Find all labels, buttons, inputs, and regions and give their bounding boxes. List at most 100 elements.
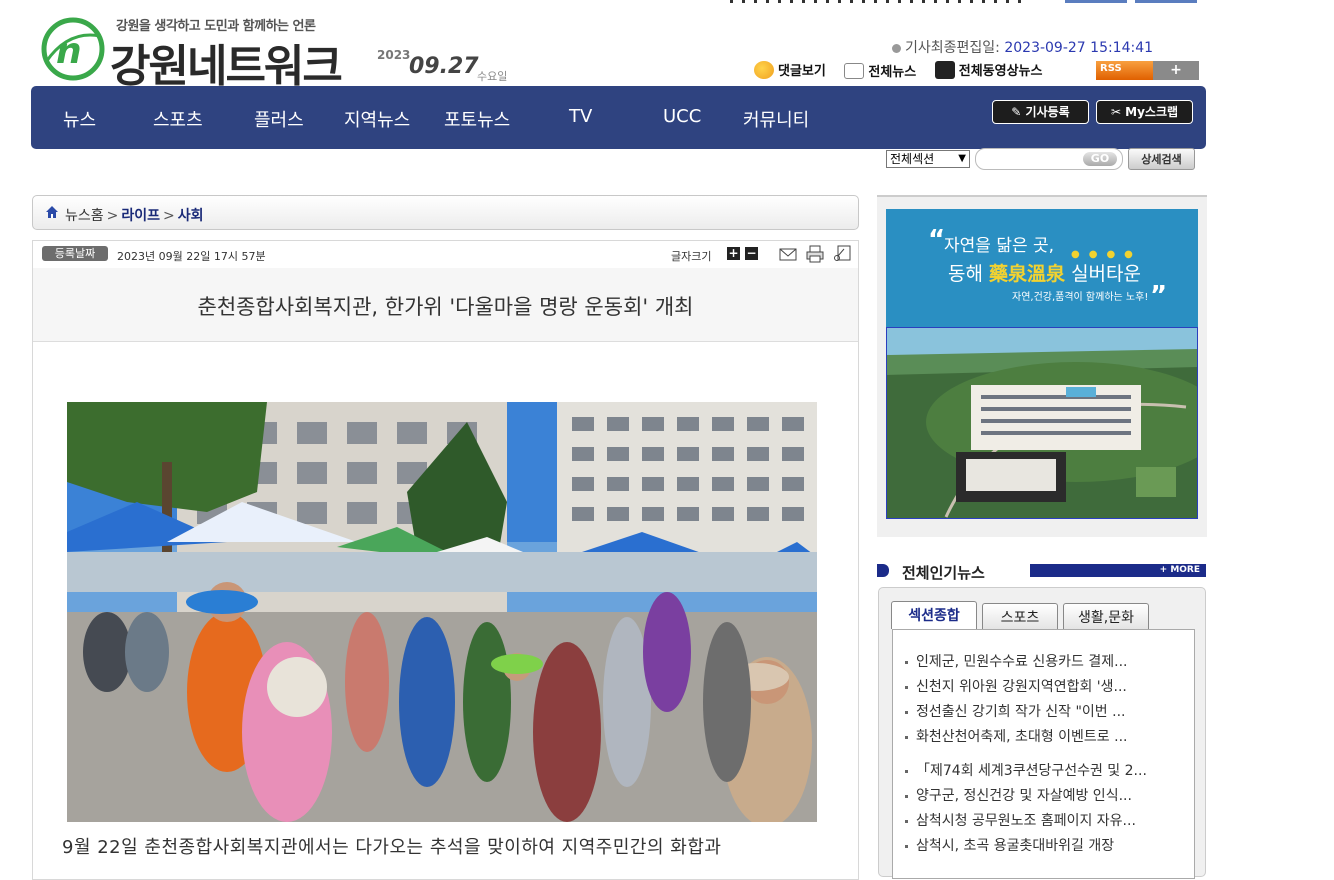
all-news-link[interactable]: 전체뉴스 (844, 61, 916, 80)
ad-line2-gold: 藥泉溫泉 (989, 263, 1066, 285)
article-lead: 9월 22일 춘천종합사회복지관에서는 다가오는 추석을 맞이하여 지역주민간의… (62, 837, 722, 858)
all-video-news-link[interactable]: 전체동영상뉴스 (934, 60, 1042, 79)
list-item[interactable]: 신천지 위아원 강원지역연합회 '생... (905, 676, 1190, 696)
breadcrumb-separator-icon: > (163, 208, 175, 224)
list-item[interactable]: 「제74회 세계3쿠션당구선수권 및 2... (905, 760, 1190, 780)
section-select-value: 전체섹션 (890, 152, 935, 166)
my-scrap-button[interactable]: ✂ My스크랩 (1096, 100, 1193, 124)
breadcrumb-home[interactable]: 뉴스홈 (65, 208, 104, 224)
popular-more-button[interactable]: + MORE (1030, 564, 1206, 577)
comment-icon (754, 60, 774, 79)
nav-item-plus[interactable]: 플러스 (254, 106, 304, 132)
date-month-day: 09.27 (409, 54, 479, 79)
breadcrumb-level2[interactable]: 사회 (178, 208, 204, 224)
list-item-label: 신천지 위아원 강원지역연합회 '생... (916, 679, 1127, 695)
popular-news-title: 전체인기뉴스 (902, 564, 985, 582)
ad-banner[interactable]: “ 자연을 닮은 곳, ●●●● 동해 藥泉溫泉 실버타운 자연,건강,품격이 … (886, 209, 1198, 519)
last-edit-value: 2023-09-27 15:14:41 (1004, 40, 1154, 56)
register-article-label: 기사등록 (1025, 105, 1070, 119)
article-title-box: 춘천종합사회복지관, 한가위 '다울마을 명랑 운동회' 개최 (33, 268, 858, 342)
pencil-icon: ✎ (1011, 105, 1026, 119)
search-input[interactable]: GO (975, 148, 1123, 170)
ad-line2-suffix: 실버타운 (1071, 263, 1141, 285)
list-item[interactable]: 인제군, 민원수수료 신용카드 결제... (905, 651, 1190, 671)
article-meta-bar: 등록날짜 2023년 09월 22일 17시 57분 글자크기 + − (33, 241, 858, 269)
top-button-remnant (1065, 0, 1127, 3)
last-edit-info: 기사최종편집일: 2023-09-27 15:14:41 (892, 37, 1153, 57)
last-edit-label: 기사최종편집일: (905, 40, 1000, 56)
list-item-label: 화천산천어축제, 초대형 이벤트로 ... (916, 729, 1128, 745)
list-item[interactable]: 화천산천어축제, 초대형 이벤트로 ... (905, 726, 1190, 746)
site-logo[interactable]: n 강원을 생각하고 도민과 함께하는 언론 강원네트워크 (40, 12, 350, 92)
list-item-label: 양구군, 정신건강 및 자살예방 인식... (916, 788, 1132, 804)
utility-links: 댓글보기 전체뉴스 전체동영상뉴스 (754, 60, 1056, 82)
bullet-icon (905, 794, 908, 798)
logo-site-name: 강원네트워크 (110, 41, 343, 92)
article-title: 춘천종합사회복지관, 한가위 '다울마을 명랑 운동회' 개최 (197, 295, 694, 319)
font-decrease-icon[interactable]: − (745, 247, 758, 260)
logo-n-icon: n (41, 17, 105, 81)
list-item[interactable]: 정선출신 강기희 작가 신작 "이번 ... (905, 701, 1190, 721)
article-photo (67, 402, 817, 822)
date-year: 2023 (377, 48, 411, 62)
video-camera-icon (934, 60, 955, 79)
nav-item-community[interactable]: 커뮤니티 (743, 106, 809, 132)
more-label: + MORE (1159, 565, 1200, 575)
home-icon[interactable] (45, 205, 59, 219)
list-item-label: 정선출신 강기희 작가 신작 "이번 ... (916, 704, 1126, 720)
search-go-button[interactable]: GO (1083, 152, 1117, 166)
register-article-button[interactable]: ✎ 기사등록 (992, 100, 1089, 124)
detail-search-button[interactable]: 상세검색 (1128, 148, 1195, 170)
list-item[interactable]: 삼척시, 초곡 용굴촛대바위길 개장 (905, 835, 1190, 855)
newspaper-icon (844, 62, 865, 79)
bullet-icon (905, 844, 908, 848)
bullet-icon (905, 685, 908, 689)
list-item-label: 인제군, 민원수수료 신용카드 결제... (916, 654, 1128, 670)
all-news-link-label: 전체뉴스 (868, 65, 917, 80)
ad-line2: 동해 藥泉溫泉 실버타운 (948, 259, 1141, 286)
tab-section-all[interactable]: 섹션종합 (891, 601, 977, 629)
font-size-label: 글자크기 (671, 250, 712, 263)
quote-open-icon: “ (928, 225, 946, 255)
nav-item-ucc[interactable]: UCC (663, 106, 701, 127)
nav-item-tv[interactable]: TV (569, 106, 592, 127)
list-item[interactable]: 삼척시청 공무원노조 홈페이지 자유... (905, 810, 1190, 830)
date-day-of-week: 수요일 (477, 70, 508, 83)
today-date: 2023 09.27 수요일 (377, 48, 527, 84)
list-item-label: 삼척시청 공무원노조 홈페이지 자유... (916, 813, 1136, 829)
registration-date: 2023년 09월 22일 17시 57분 (117, 250, 266, 263)
list-item[interactable]: 양구군, 정신건강 및 자살예방 인식... (905, 785, 1190, 805)
tab-life-culture[interactable]: 생활,문화 (1063, 603, 1149, 629)
ad-line1: 자연을 닮은 곳, (944, 236, 1055, 256)
scrap-icon[interactable] (833, 245, 851, 263)
top-button-remnant (1135, 0, 1197, 3)
nav-item-photo-news[interactable]: 포토뉴스 (444, 106, 510, 132)
comments-link-label: 댓글보기 (778, 64, 826, 79)
ad-banner-top: “ 자연을 닮은 곳, ●●●● 동해 藥泉溫泉 실버타운 자연,건강,품격이 … (886, 209, 1198, 327)
bullet-icon (905, 735, 908, 739)
breadcrumb-separator-icon: > (106, 208, 119, 224)
breadcrumb-level1[interactable]: 라이프 (121, 208, 160, 224)
rss-button[interactable]: RSS + (1096, 61, 1199, 80)
main-nav: 뉴스 스포츠 플러스 지역뉴스 포토뉴스 TV UCC 커뮤니티 ✎ 기사등록 … (31, 86, 1206, 149)
scissors-icon: ✂ (1110, 105, 1126, 119)
top-strip (720, 0, 1200, 4)
bullet-icon (905, 660, 908, 664)
chevron-down-icon: ▼ (958, 153, 966, 164)
nav-item-sports[interactable]: 스포츠 (153, 106, 203, 132)
bullet-icon (892, 43, 901, 53)
rss-add-icon: + (1153, 61, 1199, 80)
bullet-icon (905, 819, 908, 823)
email-icon[interactable] (779, 245, 797, 263)
ad-line2-prefix: 동해 (948, 263, 983, 285)
list-item-label: 삼척시, 초곡 용굴촛대바위길 개장 (916, 838, 1115, 854)
font-increase-icon[interactable]: + (727, 247, 740, 260)
registration-badge: 등록날짜 (42, 246, 108, 261)
nav-item-news[interactable]: 뉴스 (63, 106, 96, 132)
comments-link[interactable]: 댓글보기 (754, 60, 826, 79)
bullet-icon (905, 710, 908, 714)
nav-item-local-news[interactable]: 지역뉴스 (344, 106, 410, 132)
print-icon[interactable] (806, 245, 824, 263)
section-select[interactable]: 전체섹션 ▼ (886, 150, 970, 168)
tab-sports[interactable]: 스포츠 (982, 603, 1058, 629)
